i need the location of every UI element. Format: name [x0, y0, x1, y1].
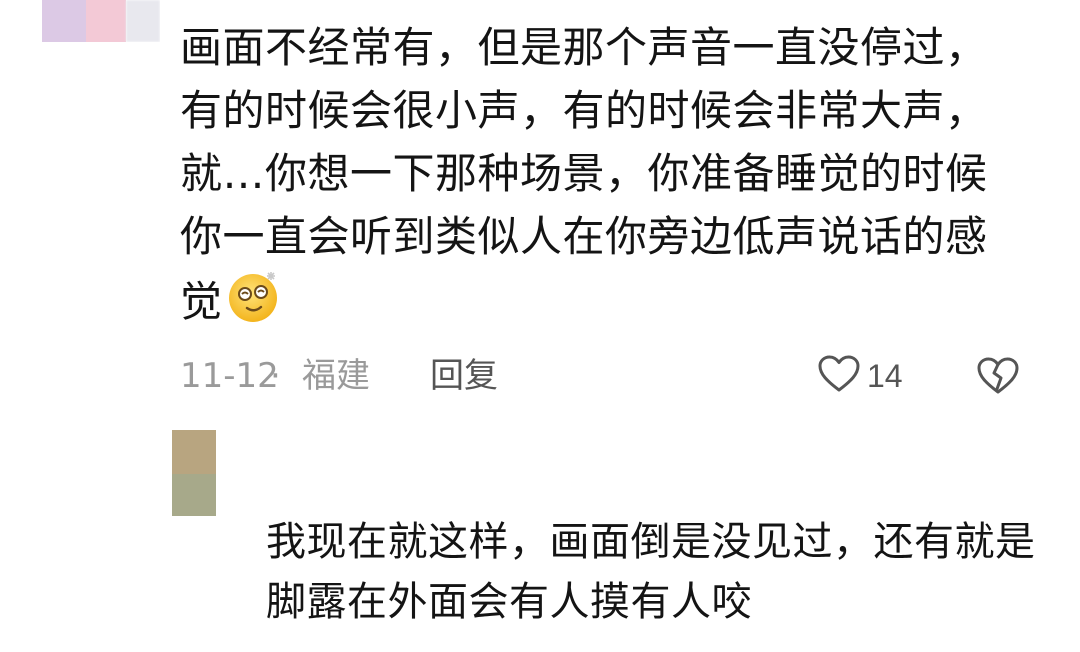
dizzy-face-emoji-icon: [227, 268, 283, 341]
broken-heart-icon[interactable]: [976, 356, 1020, 400]
reply-comment-text: 我现在就这样，画面倒是没见过，还有就是脚露在外面会有人摸有人咬: [266, 519, 1036, 625]
reply-comment-item: 我现在就这样，画面倒是没见过，还有就是脚露在外面会有人摸有人咬: [266, 512, 1056, 632]
reply-button[interactable]: 回复: [430, 352, 498, 400]
comment-text: 画面不经常有，但是那个声音一直没停过，有的时候会很小声，有的时候会非常大声，就……: [180, 16, 1000, 341]
comment-body: 画面不经常有，但是那个声音一直没停过，有的时候会很小声，有的时候会非常大声，就……: [180, 23, 988, 326]
like-count: 14: [867, 357, 903, 394]
comment-avatar-top[interactable]: [42, 0, 160, 42]
like-button[interactable]: 14: [817, 354, 903, 398]
heart-outline-icon: [817, 354, 861, 398]
meta-separator: ·: [270, 356, 281, 396]
comment-location: 福建: [302, 356, 370, 396]
comment-meta-row: 11-12 · 福建 回复 14: [180, 352, 1030, 400]
reply-avatar[interactable]: [172, 430, 216, 516]
comment-item: 画面不经常有，但是那个声音一直没停过，有的时候会很小声，有的时候会非常大声，就……: [180, 16, 1000, 341]
comment-date: 11-12: [180, 356, 279, 396]
